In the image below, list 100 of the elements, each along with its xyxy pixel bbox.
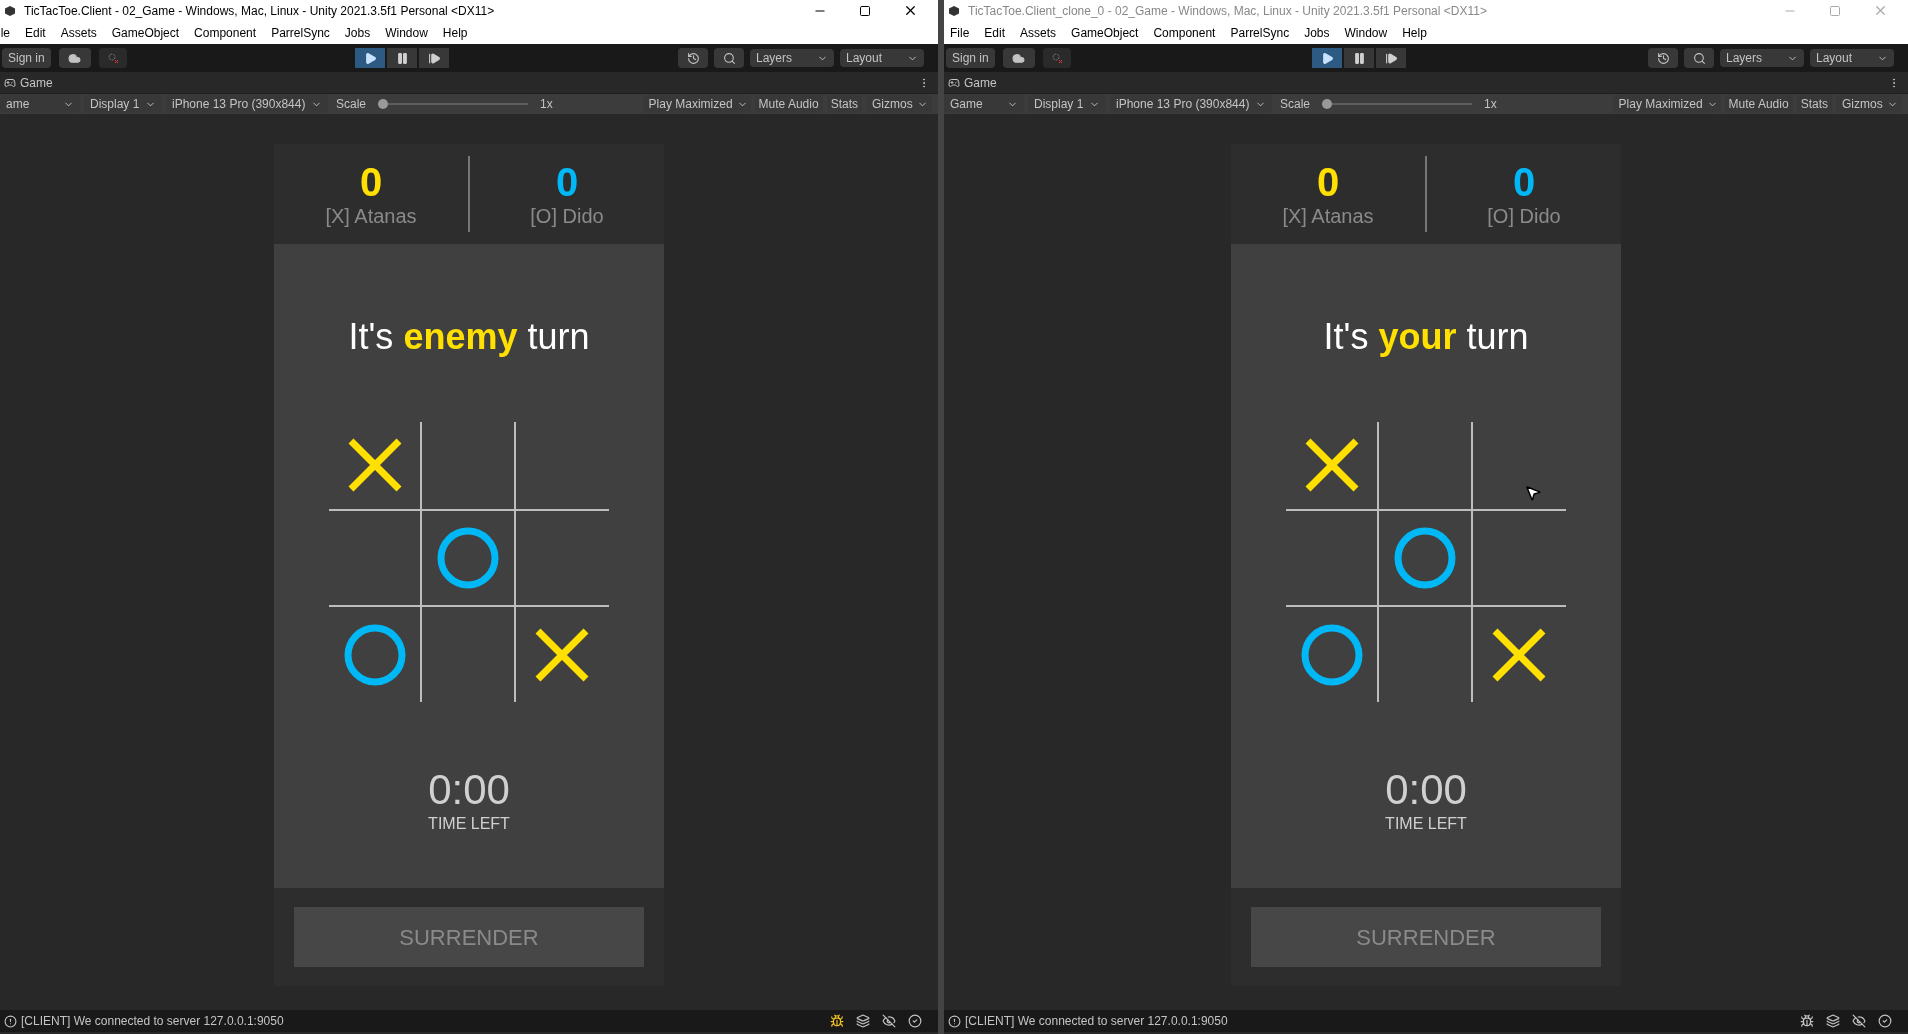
play-mode-dropdown[interactable]: Play Maximized — [1612, 95, 1721, 113]
time-label: TIME LEFT — [1385, 814, 1467, 834]
resolution-dropdown[interactable]: iPhone 13 Pro (390x844) — [1110, 95, 1272, 113]
time-label: TIME LEFT — [428, 814, 510, 834]
eye-off-icon[interactable] — [1852, 1014, 1866, 1028]
logo-icon — [948, 4, 960, 17]
resolution-dropdown[interactable]: iPhone 13 Pro (390x844) — [166, 95, 328, 113]
menu-item[interactable]: Edit — [984, 23, 1006, 42]
bug-icon[interactable] — [1800, 1014, 1814, 1028]
menu-item[interactable]: ParrelSync — [271, 23, 330, 42]
board-cell[interactable] — [422, 510, 516, 608]
game-tab[interactable]: Game — [0, 72, 57, 93]
board-cell[interactable] — [329, 510, 423, 608]
check-icon[interactable] — [1878, 1014, 1892, 1028]
maximize-icon[interactable] — [859, 4, 871, 17]
menu-item[interactable]: Jobs — [344, 23, 371, 42]
cloud-icon — [1012, 51, 1026, 65]
display-dropdown[interactable]: Display 1 — [84, 95, 162, 113]
info-icon — [4, 1014, 17, 1028]
menu-item[interactable]: Component — [1153, 23, 1216, 42]
toggle-button[interactable]: Stats — [1796, 95, 1832, 113]
board-cell[interactable] — [1379, 510, 1473, 608]
layers-dropdown[interactable]: Layers — [1720, 49, 1804, 67]
toggle-button[interactable]: Stats — [826, 95, 862, 113]
scale-label: Scale — [1280, 96, 1311, 113]
collab-button[interactable] — [98, 48, 127, 68]
layout-dropdown[interactable]: Layout — [840, 49, 924, 67]
status-message: [CLIENT] We connected to server 127.0.0.1:9050 — [965, 1013, 1228, 1030]
menu-item[interactable]: ParrelSync — [1230, 23, 1290, 42]
menu-item[interactable]: Jobs — [1304, 23, 1330, 42]
menu-item[interactable]: Edit — [25, 23, 46, 42]
board-cell[interactable] — [329, 422, 423, 511]
board-cell[interactable] — [1379, 422, 1473, 511]
eye-off-icon[interactable] — [882, 1014, 896, 1028]
time-left: 0:00 — [428, 768, 510, 812]
cloud-button[interactable] — [1002, 48, 1035, 68]
menu-item[interactable]: Assets — [1020, 23, 1057, 42]
scale-slider[interactable] — [378, 99, 529, 109]
board-cell[interactable] — [1286, 422, 1380, 511]
close-icon[interactable] — [903, 3, 918, 18]
game-tab[interactable]: Game — [944, 72, 1001, 93]
collab-icon — [1050, 52, 1063, 64]
pause-button[interactable] — [1344, 48, 1375, 68]
menu-item[interactable]: Window — [385, 23, 428, 42]
pause-icon — [395, 51, 409, 65]
window-title: TicTacToe.Client - 02_Game - Windows, Mac, Linux - Unity 2021.3.5f1 Personal <DX11> — [24, 2, 495, 20]
player-score: 0 — [1512, 160, 1536, 204]
toggle-button[interactable]: Mute Audio — [1724, 95, 1793, 113]
play-button[interactable] — [355, 48, 386, 68]
toggle-button[interactable]: Mute Audio — [754, 95, 823, 113]
collab-button[interactable] — [1042, 48, 1071, 68]
player-name: [O] Dido — [1487, 204, 1561, 228]
gizmos-dropdown[interactable]: Gizmos — [1836, 95, 1902, 113]
play-icon — [1320, 51, 1334, 65]
board-cell[interactable] — [1286, 510, 1380, 608]
search-button[interactable] — [714, 48, 744, 68]
pause-icon — [1352, 51, 1366, 65]
turn-message: It's enemy turn — [348, 315, 590, 359]
menu-item[interactable]: Component — [194, 23, 257, 42]
menu-item[interactable]: Window — [1344, 23, 1388, 42]
menu-item[interactable]: Help — [1402, 23, 1427, 42]
menu-item[interactable]: GameObject — [1071, 23, 1139, 42]
gamepad-icon — [948, 76, 960, 89]
search-button[interactable] — [1684, 48, 1714, 68]
search-icon — [722, 51, 736, 65]
play-mode-dropdown[interactable]: Play Maximized — [642, 95, 751, 113]
history-button[interactable] — [678, 48, 708, 68]
player-score: 0 — [555, 160, 579, 204]
menu-item[interactable]: File — [950, 23, 970, 42]
sign-in-button[interactable]: Sign in — [2, 48, 51, 68]
history-button[interactable] — [1648, 48, 1678, 68]
player-score: 0 — [359, 160, 383, 204]
player-name: [X] Atanas — [1282, 204, 1374, 228]
board-cell[interactable] — [422, 422, 516, 511]
play-button[interactable] — [1312, 48, 1343, 68]
layers-icon[interactable] — [1826, 1014, 1840, 1028]
pause-button[interactable] — [387, 48, 418, 68]
view-dropdown[interactable]: Game — [944, 95, 1024, 113]
layers-dropdown[interactable]: Layers — [750, 49, 834, 67]
play-icon — [363, 51, 377, 65]
bug-icon[interactable] — [830, 1014, 844, 1028]
gizmos-dropdown[interactable]: Gizmos — [866, 95, 932, 113]
step-button[interactable] — [419, 48, 450, 68]
turn-message: It's your turn — [1323, 315, 1529, 359]
cloud-button[interactable] — [58, 48, 91, 68]
menu-item[interactable]: GameObject — [111, 23, 180, 42]
step-icon — [427, 51, 441, 65]
display-dropdown[interactable]: Display 1 — [1028, 95, 1106, 113]
menu-item[interactable]: Assets — [60, 23, 97, 42]
history-icon — [1656, 51, 1670, 65]
layout-dropdown[interactable]: Layout — [1810, 49, 1894, 67]
view-dropdown[interactable]: ame — [0, 95, 80, 113]
menu-item[interactable]: Help — [442, 23, 468, 42]
check-icon[interactable] — [908, 1014, 922, 1028]
scale-slider[interactable] — [1322, 99, 1473, 109]
step-icon — [1384, 51, 1398, 65]
sign-in-button[interactable]: Sign in — [946, 48, 995, 68]
step-button[interactable] — [1376, 48, 1407, 68]
layers-icon[interactable] — [856, 1014, 870, 1028]
scale-label: Scale — [336, 96, 367, 113]
